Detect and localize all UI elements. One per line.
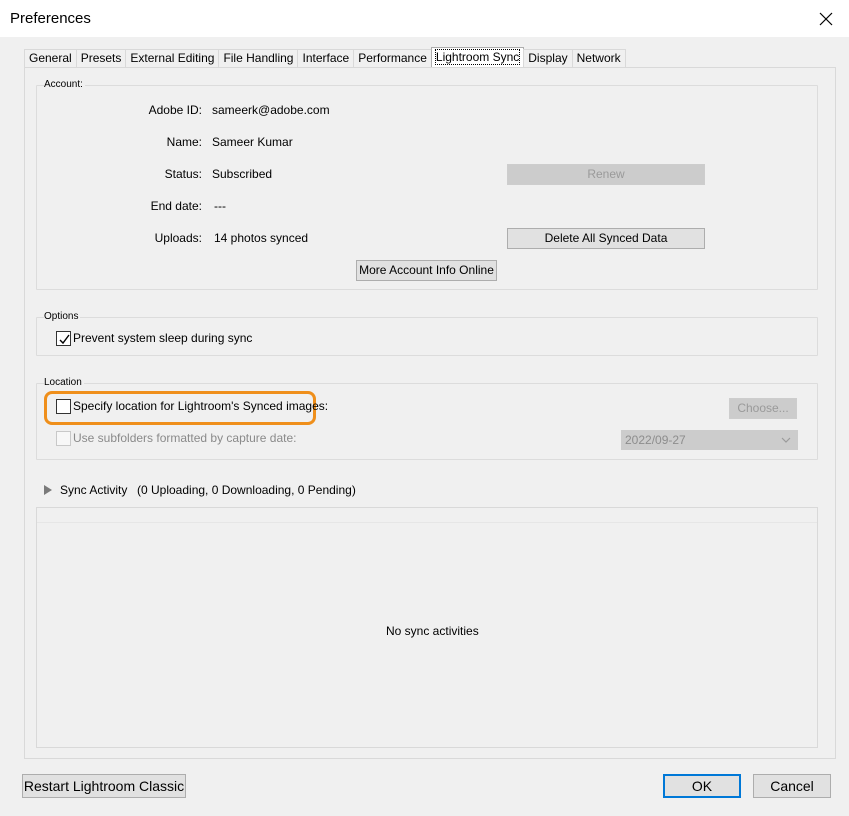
date-format-select[interactable]: 2022/09-27 (621, 430, 798, 450)
close-button[interactable] (803, 0, 849, 37)
sync-activity-summary: (0 Uploading, 0 Downloading, 0 Pending) (137, 483, 356, 497)
tab-general[interactable]: General (24, 49, 77, 68)
uploads-value: 14 photos synced (214, 231, 309, 245)
end-date-label: End date: (150, 199, 202, 213)
prevent-sleep-checkbox[interactable] (56, 331, 71, 346)
account-legend: Account: (44, 79, 85, 90)
uploads-label: Uploads: (154, 231, 202, 245)
tab-file-handling[interactable]: File Handling (218, 49, 299, 68)
tab-display[interactable]: Display (523, 49, 573, 68)
tab-strip: General Presets External Editing File Ha… (24, 47, 626, 68)
status-label: Status: (164, 167, 202, 181)
status-value: Subscribed (212, 167, 273, 181)
empty-activity-message: No sync activities (386, 624, 479, 638)
renew-button[interactable]: Renew (507, 164, 705, 185)
more-account-info-button[interactable]: More Account Info Online (356, 260, 497, 281)
tab-network[interactable]: Network (571, 49, 626, 68)
ok-button[interactable]: OK (663, 774, 741, 798)
name-value: Sameer Kumar (212, 135, 293, 149)
specify-location-checkbox[interactable] (56, 399, 71, 414)
prevent-sleep-label[interactable]: Prevent system sleep during sync (73, 331, 252, 345)
checkmark-icon (59, 334, 70, 345)
tab-interface[interactable]: Interface (297, 49, 355, 68)
tab-presets[interactable]: Presets (75, 49, 127, 68)
location-legend: Location (44, 377, 84, 388)
specify-location-label[interactable]: Specify location for Lightroom's Synced … (73, 399, 328, 413)
window-title: Preferences (10, 10, 91, 27)
expand-triangle-icon[interactable] (44, 485, 52, 495)
cancel-button[interactable]: Cancel (753, 774, 831, 798)
delete-all-synced-data-button[interactable]: Delete All Synced Data (507, 228, 705, 249)
subfolders-label[interactable]: Use subfolders formatted by capture date… (73, 431, 296, 445)
tab-performance[interactable]: Performance (353, 49, 432, 68)
name-label: Name: (166, 135, 202, 149)
chevron-down-icon (781, 437, 791, 443)
date-format-value: 2022/09-27 (625, 433, 686, 447)
subfolders-checkbox[interactable] (56, 431, 71, 446)
adobe-id-value: sameerk@adobe.com (212, 103, 330, 117)
sync-activity-label[interactable]: Sync Activity (60, 483, 127, 497)
adobe-id-label: Adobe ID: (148, 103, 202, 117)
choose-button[interactable]: Choose... (729, 398, 797, 419)
tab-external-editing[interactable]: External Editing (125, 49, 220, 68)
options-legend: Options (44, 311, 81, 322)
restart-lightroom-button[interactable]: Restart Lightroom Classic (22, 774, 186, 798)
end-date-value: --- (214, 199, 226, 213)
tab-lightroom-sync[interactable]: Lightroom Sync (430, 47, 525, 68)
close-icon (819, 12, 833, 25)
title-bar: Preferences (0, 0, 849, 37)
